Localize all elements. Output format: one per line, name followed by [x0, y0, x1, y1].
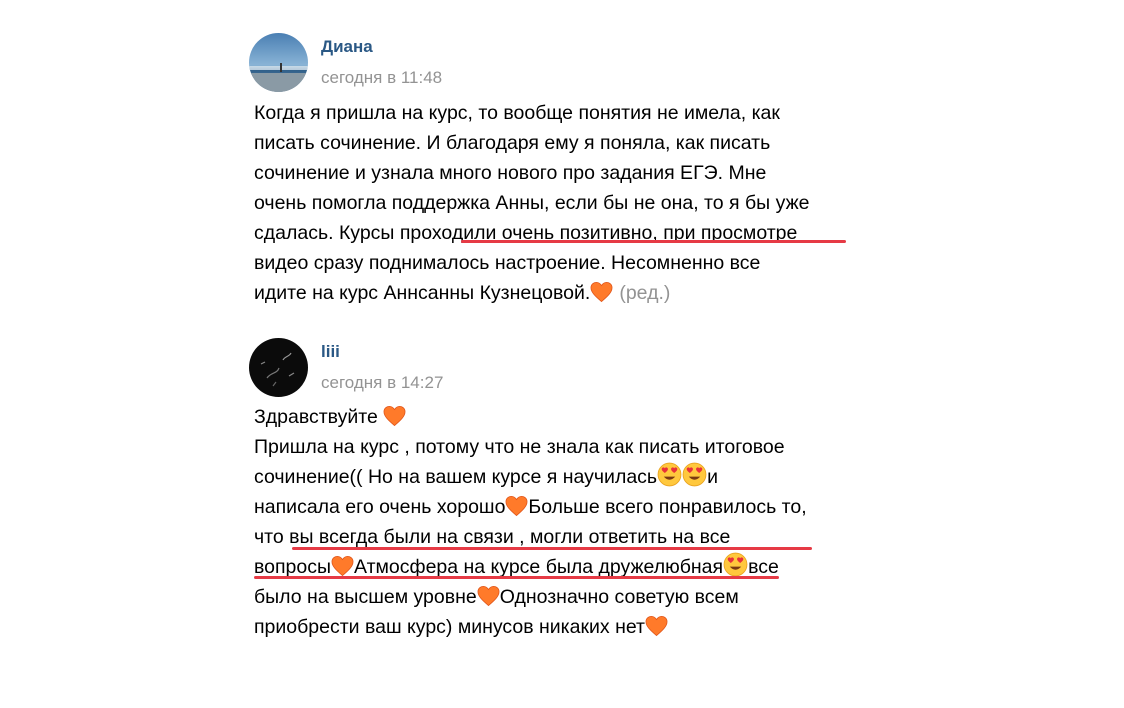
text-line: Здравствуйте	[254, 402, 884, 432]
text-fragment: Атмосфера на курсе была дружелюбная	[354, 556, 724, 578]
red-underline	[292, 547, 812, 550]
text-fragment: написала его очень хорошо	[254, 496, 506, 518]
text-line: написала его очень хорошо Больше всего по…	[254, 492, 884, 522]
text-line: видео сразу поднималось настроение. Несо…	[254, 252, 761, 274]
heart-eyes-emoji-icon	[657, 462, 682, 487]
text-line: сочинение и узнала много нового про зада…	[254, 162, 767, 184]
orange-heart-emoji-icon	[331, 555, 354, 577]
text-line: приобрести ваш курс) минусов никаких нет	[254, 612, 884, 642]
orange-heart-emoji-icon	[383, 405, 406, 427]
text-line: писать сочинение. И благодаря ему я поня…	[254, 132, 771, 154]
avatar[interactable]	[249, 33, 308, 92]
avatar[interactable]	[249, 338, 308, 397]
text-fragment: приобрести ваш курс) минусов никаких нет	[254, 616, 645, 638]
comment-1: Диана сегодня в 11:48 Когда я пришла на …	[249, 32, 889, 312]
text-line: Пришла на курс , потому что не знала как…	[254, 436, 785, 458]
orange-heart-emoji-icon	[477, 585, 500, 607]
text-fragment: и	[707, 466, 718, 488]
text-fragment: все	[748, 556, 779, 578]
text-fragment: Больше всего понравилось то,	[528, 496, 807, 518]
text-line: Когда я пришла на курс, то вообще поняти…	[254, 102, 780, 124]
text-fragment: вопросы	[254, 556, 332, 578]
comment-text: Когда я пришла на курс, то вообще поняти…	[254, 98, 884, 308]
red-underline	[461, 240, 846, 243]
text-line: сдалась. Курсы проходили очень позитивно…	[254, 222, 798, 244]
orange-heart-emoji-icon	[590, 281, 613, 303]
comment-text: Здравствуйте Пришла на курс , потому что…	[254, 402, 884, 642]
text-line: было на высшем уровне Однозначно советую …	[254, 582, 884, 612]
orange-heart-emoji-icon	[505, 495, 528, 517]
red-underline	[254, 576, 779, 579]
text-fragment: Однозначно советую всем	[499, 586, 739, 608]
text-fragment: Здравствуйте	[254, 406, 384, 428]
post-time[interactable]: сегодня в 14:27	[321, 373, 443, 393]
text-fragment: идите на курс Аннсанны Кузнецовой.	[254, 282, 591, 304]
text-fragment: было на высшем уровне	[254, 586, 477, 608]
post-time[interactable]: сегодня в 11:48	[321, 68, 442, 88]
text-fragment: сочинение(( Но на вашем курсе я научилас…	[254, 466, 658, 488]
heart-eyes-emoji-icon	[723, 552, 748, 577]
author-name[interactable]: liii	[321, 342, 340, 362]
comment-2: liii сегодня в 14:27 Здравствуйте Пришла…	[249, 337, 889, 647]
author-name[interactable]: Диана	[321, 37, 373, 57]
text-line: идите на курс Аннсанны Кузнецовой. (ред.)	[254, 278, 884, 308]
edited-mark[interactable]: (ред.)	[619, 282, 670, 304]
orange-heart-emoji-icon	[645, 615, 668, 637]
text-line: сочинение(( Но на вашем курсе я научилас…	[254, 462, 884, 492]
heart-eyes-emoji-icon	[682, 462, 707, 487]
text-line: очень помогла поддержка Анны, если бы не…	[254, 192, 810, 214]
